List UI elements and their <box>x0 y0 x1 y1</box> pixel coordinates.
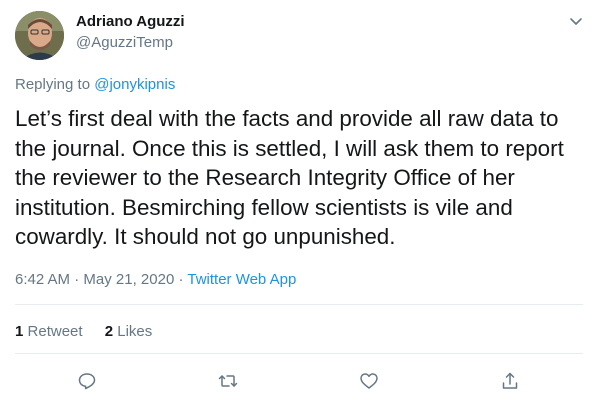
replying-to-label: Replying to <box>15 76 95 93</box>
share-icon[interactable] <box>495 366 525 396</box>
tweet-line: cowardly. It should not go unpunished. <box>15 224 396 250</box>
tweet-time[interactable]: 6:42 AM <box>15 271 70 288</box>
tweet-date[interactable]: May 21, 2020 <box>83 271 174 288</box>
avatar[interactable] <box>15 11 64 60</box>
retweets-count: 1 <box>15 323 24 340</box>
likes-label: Likes <box>117 323 153 340</box>
tweet-text: Let’s first deal with the facts and prov… <box>15 104 585 252</box>
meta-separator: · <box>174 271 188 288</box>
replying-to: Replying to @jonykipnis <box>15 76 175 93</box>
avatar-photo <box>15 11 64 60</box>
divider <box>15 304 583 305</box>
reply-to-link[interactable]: @jonykipnis <box>94 76 175 93</box>
tweet-meta: 6:42 AM · May 21, 2020 · Twitter Web App <box>15 271 296 288</box>
tweet-line: the reviewer to the Research Integrity O… <box>15 165 515 191</box>
likes-stat[interactable]: 2 Likes <box>105 323 153 340</box>
retweet-icon[interactable] <box>213 366 243 396</box>
author-name[interactable]: Adriano Aguzzi <box>76 13 185 30</box>
tweet-line: institution. Besmirching fellow scientis… <box>15 194 513 220</box>
retweets-label: Retweet <box>27 323 83 340</box>
meta-separator: · <box>70 271 84 288</box>
likes-count: 2 <box>104 323 114 340</box>
reply-icon[interactable] <box>72 366 102 396</box>
tweet-source[interactable]: Twitter Web App <box>187 271 296 288</box>
author-handle[interactable]: @AguzziTemp <box>76 34 173 51</box>
chevron-down-icon[interactable] <box>567 12 585 30</box>
action-bar <box>0 366 598 396</box>
retweets-stat[interactable]: 1 Retweet <box>15 323 83 340</box>
like-icon[interactable] <box>354 366 384 396</box>
tweet-line: Let’s first deal with the facts and prov… <box>15 106 559 131</box>
tweet-line: the journal. Once this is settled, I wil… <box>15 135 564 161</box>
divider <box>15 353 583 354</box>
tweet-stats: 1 Retweet 2 Likes <box>15 323 170 340</box>
